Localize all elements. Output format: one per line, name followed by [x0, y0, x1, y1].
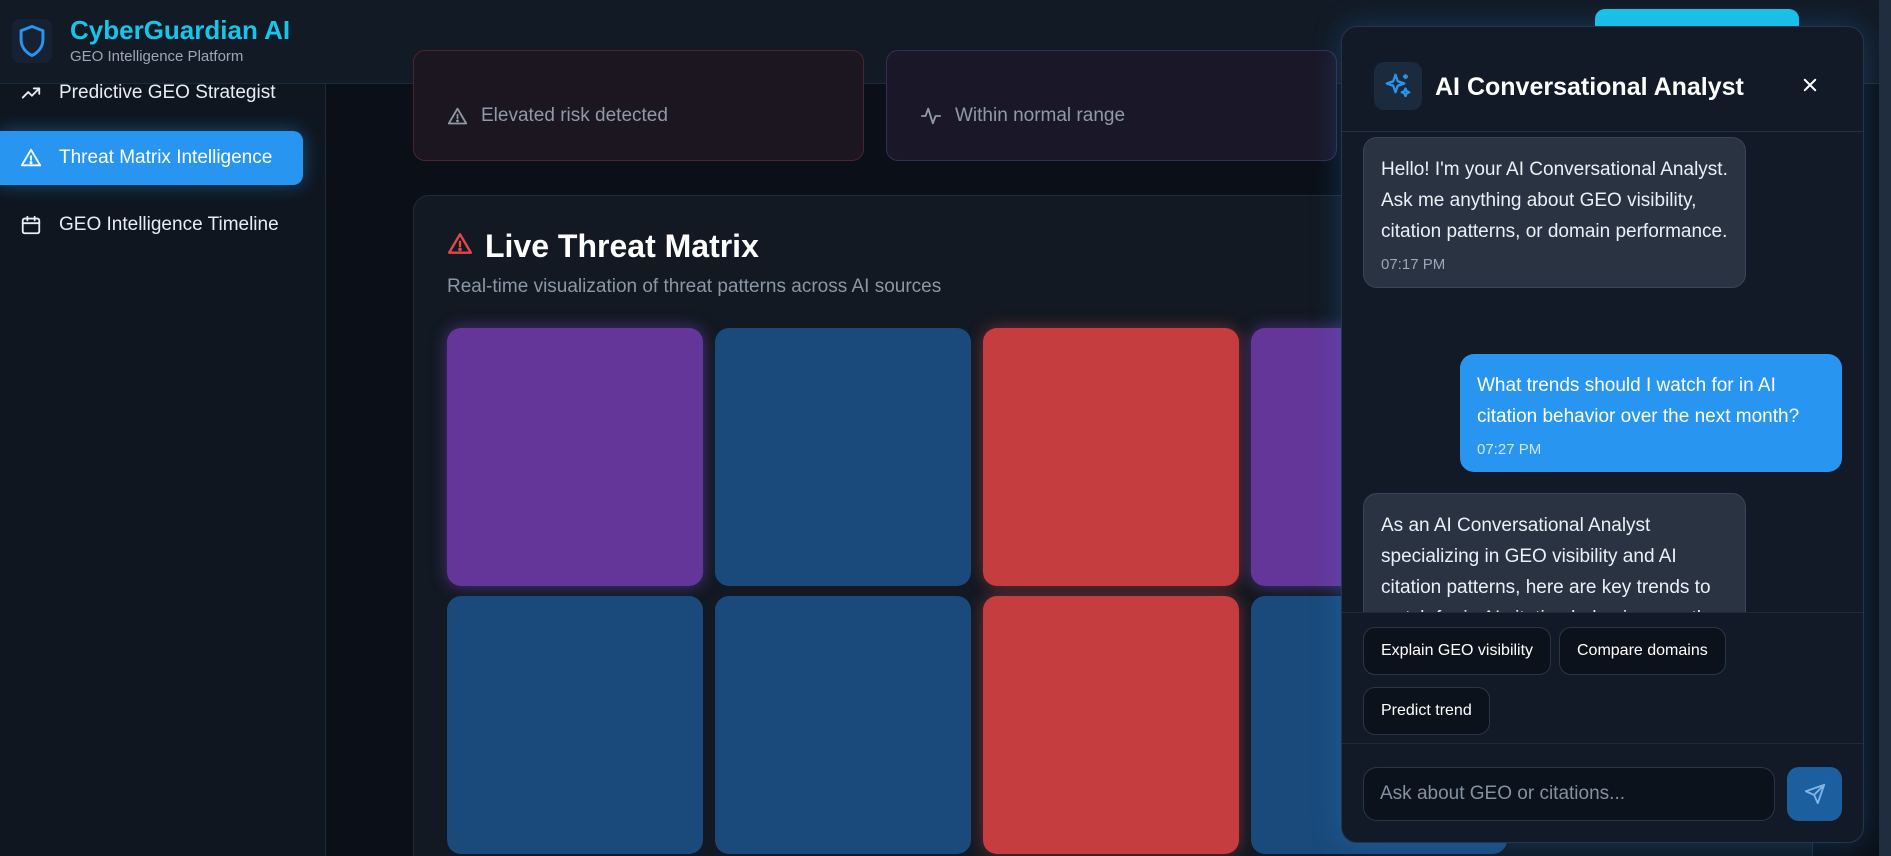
threat-cell-red[interactable] — [983, 596, 1239, 854]
send-button[interactable] — [1787, 767, 1842, 821]
brand-title: CyberGuardian AI — [70, 15, 291, 45]
threat-cell-blue[interactable] — [447, 596, 703, 854]
sidebar-item-geo-intelligence-timeline[interactable]: GEO Intelligence Timeline — [0, 198, 303, 252]
chat-message-ai: Hello! I'm your AI Conversational Analys… — [1363, 137, 1746, 288]
shield-icon — [12, 18, 52, 63]
alert-triangle-icon — [447, 106, 468, 127]
chat-title: AI Conversational Analyst — [1435, 73, 1744, 101]
calendar-icon — [20, 214, 42, 236]
brand[interactable]: CyberGuardian AI GEO Intelligence Platfo… — [12, 16, 290, 65]
sidebar-item-label: Predictive GEO Strategist — [59, 82, 276, 103]
sidebar-item-threat-matrix-intelligence[interactable]: Threat Matrix Intelligence — [0, 131, 303, 185]
stat-risk-text: Elevated risk detected — [481, 105, 668, 126]
message-time: 07:27 PM — [1477, 441, 1542, 458]
sidebar-item-label: GEO Intelligence Timeline — [59, 214, 279, 235]
stat-risk-row: Elevated risk detected — [447, 105, 668, 127]
sidebar: Predictive GEO Strategist Threat Matrix … — [0, 82, 326, 856]
trending-up-icon — [20, 82, 42, 104]
alert-triangle-icon — [447, 231, 473, 262]
threat-cell-blue[interactable] — [715, 596, 971, 854]
quick-action-explain-geo-visibility[interactable]: Explain GEO visibility — [1363, 627, 1552, 675]
send-icon — [1804, 783, 1825, 805]
message-time: 07:17 PM — [1381, 256, 1446, 273]
stat-normal-text: Within normal range — [955, 105, 1126, 126]
brand-subtitle: GEO Intelligence Platform — [70, 48, 244, 65]
matrix-title: Live Threat Matrix — [485, 228, 759, 264]
chat-input[interactable] — [1363, 767, 1775, 821]
matrix-heading: Live Threat Matrix — [447, 228, 759, 265]
chat-header: AI Conversational Analyst — [1342, 27, 1863, 132]
threat-cell-purple[interactable] — [447, 328, 703, 586]
alert-triangle-icon — [20, 147, 42, 169]
quick-action-predict-trend[interactable]: Predict trend — [1363, 687, 1490, 735]
quick-actions: Explain GEO visibility Compare domains P… — [1342, 612, 1863, 744]
sparkles-icon — [1374, 62, 1422, 110]
chat-message-ai: As an AI Conversational Analyst speciali… — [1363, 493, 1746, 612]
chat-input-row — [1342, 744, 1863, 842]
close-icon[interactable] — [1795, 70, 1825, 100]
sidebar-item-predictive-geo-strategist[interactable]: Predictive GEO Strategist — [0, 66, 303, 120]
message-text: Hello! I'm your AI Conversational Analys… — [1381, 159, 1728, 242]
chat-panel: AI Conversational Analyst Hello! I'm you… — [1341, 26, 1864, 843]
message-text: As an AI Conversational Analyst speciali… — [1381, 515, 1718, 612]
stat-normal-row: Within normal range — [920, 105, 1125, 127]
message-text: What trends should I watch for in AI cit… — [1477, 375, 1800, 427]
threat-cell-red[interactable] — [983, 328, 1239, 586]
chat-messages[interactable]: Hello! I'm your AI Conversational Analys… — [1342, 132, 1863, 612]
activity-icon — [920, 105, 942, 127]
matrix-subtitle: Real-time visualization of threat patter… — [447, 276, 942, 297]
threat-cell-blue[interactable] — [715, 328, 971, 586]
chat-message-user: What trends should I watch for in AI cit… — [1460, 354, 1842, 472]
window-edge — [1879, 0, 1891, 856]
sidebar-item-label: Threat Matrix Intelligence — [59, 147, 273, 168]
quick-action-compare-domains[interactable]: Compare domains — [1559, 627, 1726, 675]
